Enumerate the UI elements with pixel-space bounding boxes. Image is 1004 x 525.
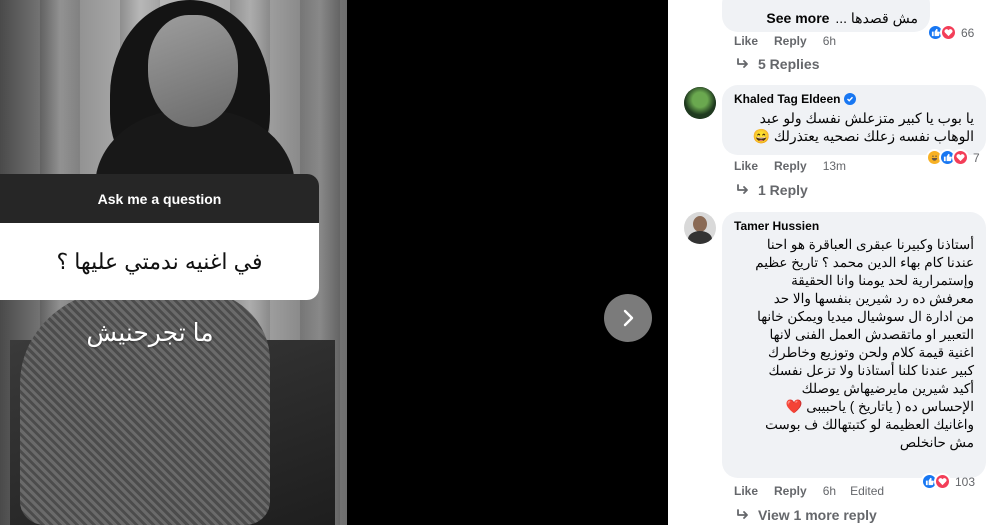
avatar[interactable] [684,87,716,119]
answer-text: ما تجرحنيش [86,319,214,347]
reply-arrow-icon [737,58,748,68]
comment-bubble: Khaled Tag Eldeen يا بوب يا كبير متزعلش … [722,85,986,155]
love-icon [952,149,969,166]
comment-line: معرفش ده رد شيرين بنفسها والا حد [773,291,974,306]
comment-author[interactable]: Khaled Tag Eldeen [734,92,974,106]
view-replies-button[interactable]: 1 Reply [736,182,808,198]
reaction-count: 66 [961,25,975,40]
like-action[interactable]: Like [734,159,758,173]
question-title: Ask me a question [0,174,319,223]
comment-text: يا بوب يا كبير متزعلش نفسك ولو عبد الوها… [752,110,974,144]
edited-label[interactable]: Edited [850,484,884,498]
author-name[interactable]: Tamer Hussien [734,219,819,233]
love-icon [934,473,951,490]
reaction-summary[interactable]: 66 [927,24,974,41]
see-more-link[interactable]: See more [766,10,829,26]
comment-line: أستاذنا وكبيرنا عبقرى العباقرة هو احنا [766,237,974,252]
view-replies-button[interactable]: View 1 more reply [736,507,877,523]
comment-author[interactable]: Tamer Hussien [734,219,974,233]
comment-text-tail: مش قصدها ... [835,10,918,26]
comment-line: عندنا كام بهاء الدين محمد ؟ تاريخ عظيم [755,255,974,270]
comment-time[interactable]: 6h [823,484,836,498]
comment-line: من ادارة ال سوشيال ميديا ويمكن خانها [757,309,974,324]
comment-bubble: Tamer Hussien أستاذنا وكبيرنا عبقرى العب… [722,212,986,478]
like-action[interactable]: Like [734,34,758,48]
verified-badge-icon [844,93,857,105]
reaction-summary[interactable]: 103 [921,473,975,490]
comments-panel: مش قصدها ... See more 66 Like Reply 6h 5… [668,0,1004,525]
comment-actions: Like Reply 6h Edited [734,484,898,498]
question-sticker: Ask me a question في اغنيه ندمتي عليها ؟ [0,174,319,300]
comment-text: مش قصدها ... See more [734,9,918,27]
comment-line: مش حانخلص [899,435,974,450]
reaction-summary[interactable]: 7 [926,149,980,166]
comment-line: التعبير او ماتقصدش العمل الفنى لانها [769,327,975,342]
comment-line: اغنية قيمة كلام ولحن وتوزيع وخاطرك [768,345,974,360]
comment-line: واغانيك العظيمة لو كتبتهالك ف بوست [765,417,974,432]
reaction-count: 7 [973,150,980,165]
comment-line: وإستمرارية لحد يومنا وانا الحقيقة [791,273,974,288]
author-name[interactable]: Khaled Tag Eldeen [734,92,840,106]
comment-line: أكيد شيرين مايرضيهاش يوصلك [801,381,974,396]
view-replies-button[interactable]: 5 Replies [736,56,819,72]
next-photo-button[interactable] [604,294,652,342]
comment-actions: Like Reply 13m [734,159,860,173]
reply-action[interactable]: Reply [774,159,807,173]
post-viewer: Ask me a question في اغنيه ندمتي عليها ؟… [0,0,1004,525]
question-text: في اغنيه ندمتي عليها ؟ [0,223,319,300]
comment-time[interactable]: 6h [823,34,836,48]
comment-bubble: مش قصدها ... See more [722,0,930,32]
like-action[interactable]: Like [734,484,758,498]
comment-text: أستاذنا وكبيرنا عبقرى العباقرة هو احنا ع… [734,236,974,452]
reply-action[interactable]: Reply [774,484,807,498]
reaction-count: 103 [955,474,976,489]
chevron-right-icon [623,309,634,327]
reply-arrow-icon [737,509,748,519]
replies-label: View 1 more reply [758,507,877,523]
love-icon [940,24,957,41]
replies-label: 5 Replies [758,56,820,72]
comment-line: الإحساس ده ( ياتاريخ ) ياحبيبى ❤️ [785,399,974,414]
replies-label: 1 Reply [758,182,808,198]
reply-arrow-icon [737,184,748,194]
reply-action[interactable]: Reply [774,34,807,48]
comment-time[interactable]: 13m [823,159,846,173]
comment-actions: Like Reply 6h [734,34,850,48]
story-photo: Ask me a question في اغنيه ندمتي عليها ؟… [0,0,347,525]
comment-line: كبير عندنا كلنا أستاذنا ولا تزعل نفسك [768,363,974,378]
avatar[interactable] [684,212,716,244]
person-face [148,15,238,127]
